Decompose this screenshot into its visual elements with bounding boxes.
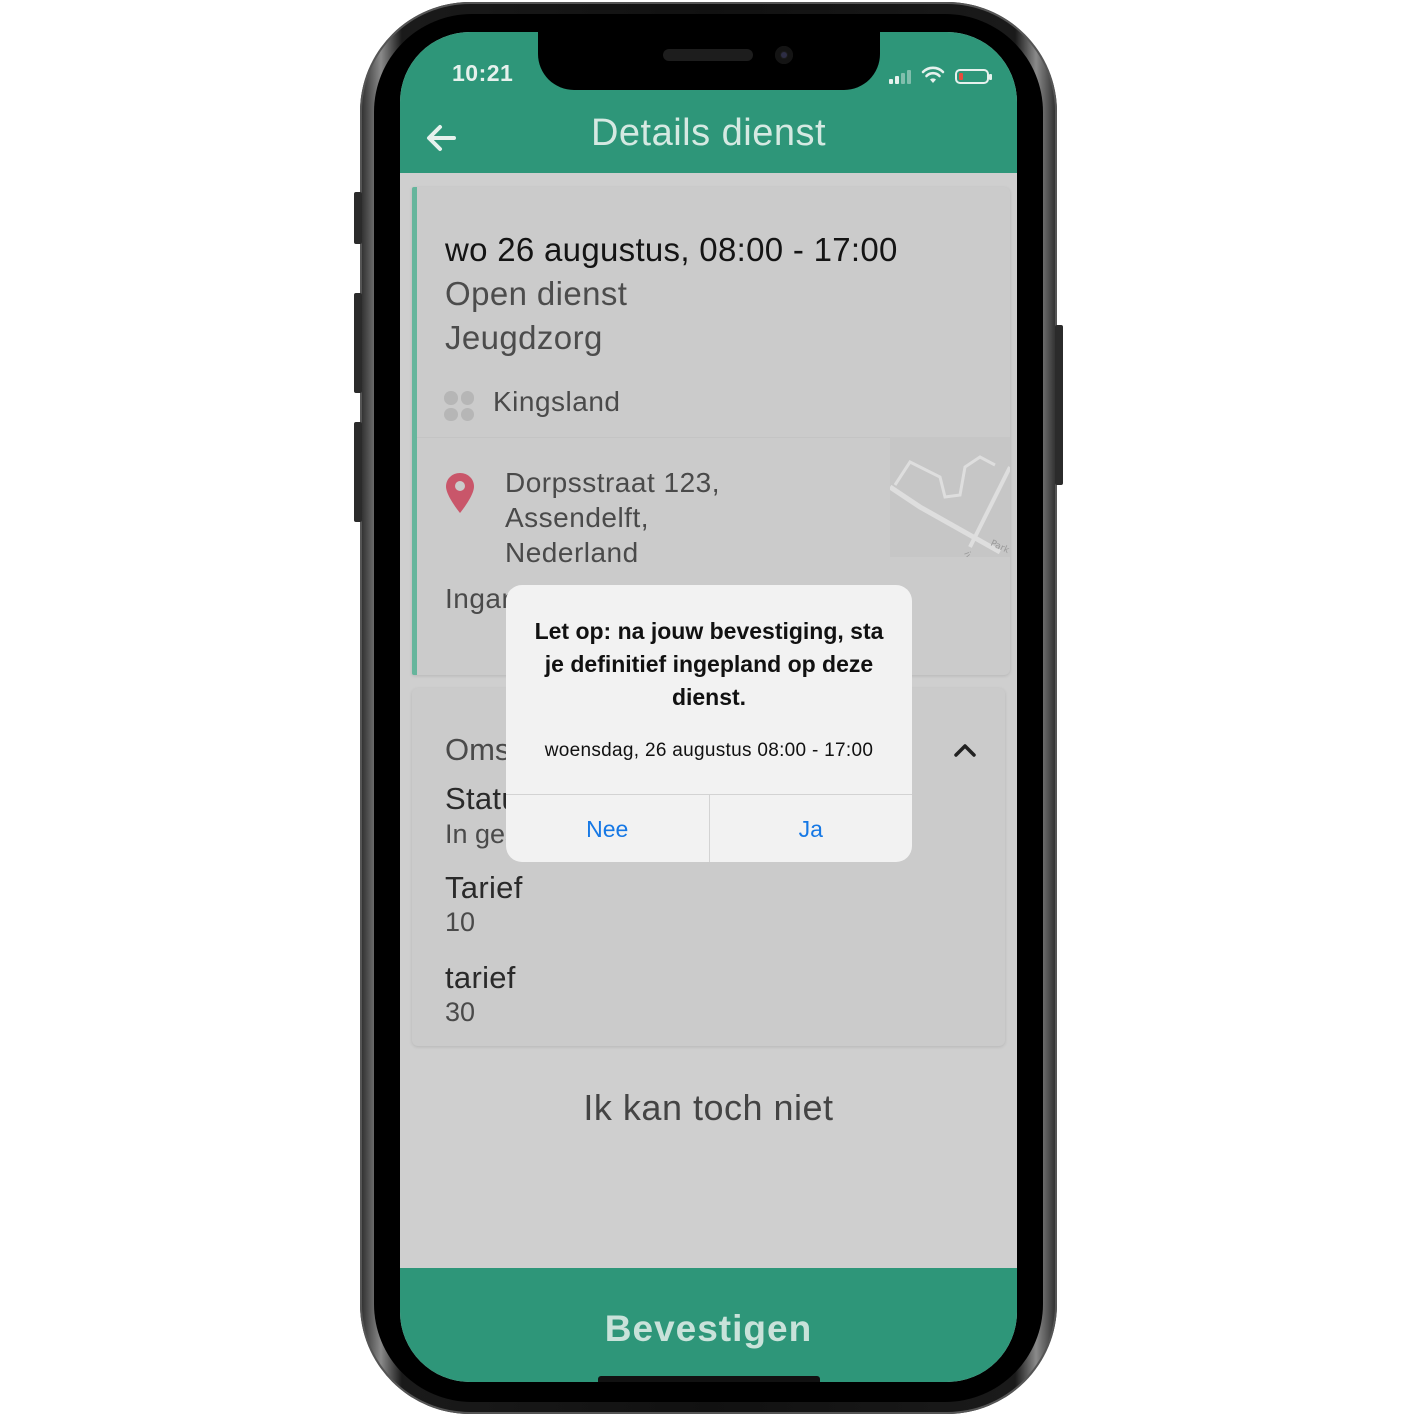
home-indicator xyxy=(598,1376,820,1382)
dialog-title: Let op: na jouw bevestiging, sta je defi… xyxy=(534,618,884,710)
organization-icon xyxy=(444,391,474,421)
shift-address[interactable]: Dorpsstraat 123, Assendelft, Nederland xyxy=(505,465,720,570)
map-streets: Park ivd xyxy=(890,455,1010,557)
dialog-no-button[interactable]: Nee xyxy=(506,795,709,862)
wifi-icon xyxy=(921,66,945,83)
signal-icon xyxy=(889,68,911,84)
address-line-1: Dorpsstraat 123, xyxy=(505,467,720,498)
confirm-button-label: Bevestigen xyxy=(604,1308,813,1349)
phone-notch xyxy=(538,32,880,90)
dialog-yes-button[interactable]: Ja xyxy=(708,795,913,862)
address-line-2: Assendelft, xyxy=(505,502,650,533)
location-pin-icon xyxy=(446,473,474,513)
front-camera xyxy=(775,46,793,64)
confirm-button[interactable]: Bevestigen xyxy=(400,1268,1017,1382)
rate-label-1: Tarief xyxy=(445,870,523,905)
volume-up-button xyxy=(354,293,362,393)
address-line-3: Nederland xyxy=(505,537,639,568)
map-label-park: Park xyxy=(989,539,1010,557)
power-button xyxy=(1055,325,1063,485)
cant-attend-button[interactable]: Ik kan toch niet xyxy=(400,1087,1017,1129)
chevron-up-icon[interactable] xyxy=(951,740,979,760)
status-time: 10:21 xyxy=(452,60,514,86)
organization-name: Kingsland xyxy=(493,386,621,417)
map-label-road: ivd xyxy=(961,551,975,557)
mute-switch xyxy=(354,192,362,244)
confirmation-dialog: Let op: na jouw bevestiging, sta je defi… xyxy=(506,585,912,862)
battery-icon xyxy=(955,69,992,84)
shift-type: Open dienst xyxy=(445,275,628,312)
dialog-message: woensdag, 26 augustus 08:00 - 17:00 xyxy=(544,740,874,761)
shift-datetime: wo 26 augustus, 08:00 - 17:00 xyxy=(445,231,898,268)
page-title: Details dienst xyxy=(590,112,827,154)
volume-down-button xyxy=(354,422,362,522)
dialog-actions: Nee Ja xyxy=(506,794,912,862)
rate-value-2: 30 xyxy=(445,997,476,1027)
status-icons xyxy=(889,64,992,84)
map-thumbnail[interactable]: Park ivd xyxy=(890,437,1010,557)
earpiece-speaker xyxy=(663,49,753,61)
shift-department: Jeugdzorg xyxy=(445,319,603,356)
rate-label-2: tarief xyxy=(445,960,516,995)
rate-value-1: 10 xyxy=(445,907,476,937)
